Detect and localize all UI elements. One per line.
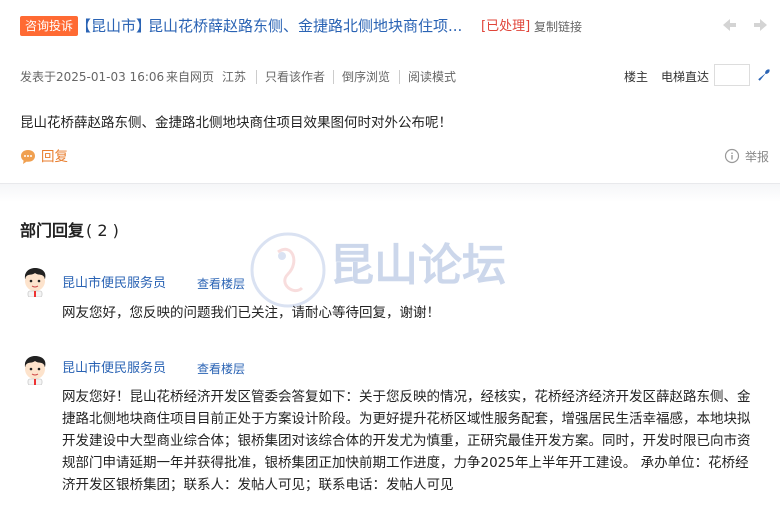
meta-divider (256, 70, 257, 84)
elevator-label: 电梯直达 (661, 70, 710, 84)
post-content: 昆山花桥薛赵路东侧、金捷路北侧地块商住项目效果图何时对外公布呢！ (20, 115, 452, 131)
floor-jump-input[interactable] (714, 64, 750, 86)
status-badge: [已处理] (481, 19, 531, 34)
post-region: 江苏 (222, 70, 247, 84)
category-badge[interactable]: 咨询投诉 (20, 16, 79, 36)
post-title: 昆山花桥薛赵路东侧、金捷路北侧地块商住项... (148, 17, 463, 35)
meta-divider (399, 70, 400, 84)
prev-arrow-icon[interactable] (720, 16, 738, 34)
copy-link-button[interactable]: 复制链接 (534, 17, 582, 37)
author-only-link[interactable]: 只看该作者 (265, 69, 325, 85)
reply-text-line: 规部门申请延期一年并获得批准，银桥集团正加快前期工作进度，力争2025年上半年开… (62, 455, 749, 471)
reply-text-line: 捷路北侧地块商住项目目前正处于方案设计阶段。为更好提升花桥区域性服务配套，增强居… (62, 411, 751, 427)
reply-icon[interactable] (20, 148, 36, 166)
section-divider (0, 183, 780, 202)
reply-author[interactable]: 昆山市便民服务员 (62, 275, 166, 293)
wrench-icon[interactable] (757, 67, 771, 81)
view-floor-link[interactable]: 查看楼层 (197, 360, 245, 378)
post-source: 来自网页 (166, 70, 215, 84)
info-icon[interactable] (724, 147, 740, 165)
meta-divider (333, 70, 334, 84)
dept-reply-title: 部门回复 (20, 221, 85, 240)
reply-author[interactable]: 昆山市便民服务员 (62, 360, 166, 378)
reply-text: 网友您好，您反映的问题我们已关注，请耐心等待回复，谢谢！ (62, 305, 440, 321)
reply-text-line: 网友您好！昆山花桥经济开发区管委会答复如下：关于您反映的情况，经核实，花桥经济经… (62, 389, 751, 405)
svg-text:昆山论坛: 昆山论坛 (330, 240, 506, 291)
next-arrow-icon[interactable] (752, 16, 770, 34)
floor-label: 楼主 (624, 70, 649, 84)
report-button[interactable]: 举报 (745, 148, 769, 166)
post-time: 发表于2025-01-03 16:06 (20, 70, 165, 84)
reply-text-line: 开发建设中大型商业综合体；银桥集团对该综合体的开发尤为慎重，正研究最佳开发方案。… (62, 433, 751, 449)
reply-button[interactable]: 回复 (41, 148, 68, 166)
reply-text-line: 济开发区银桥集团；联系人：发帖人可见；联系电话：发帖人可见 (62, 477, 454, 493)
view-floor-link[interactable]: 查看楼层 (197, 275, 245, 293)
city-tag[interactable]: 【昆山市】 (76, 16, 151, 36)
avatar[interactable] (22, 355, 48, 386)
read-mode-link[interactable]: 阅读模式 (408, 69, 456, 85)
avatar[interactable] (22, 267, 48, 298)
reverse-order-link[interactable]: 倒序浏览 (342, 69, 390, 85)
dept-reply-count: ( 2 ) (86, 221, 119, 240)
